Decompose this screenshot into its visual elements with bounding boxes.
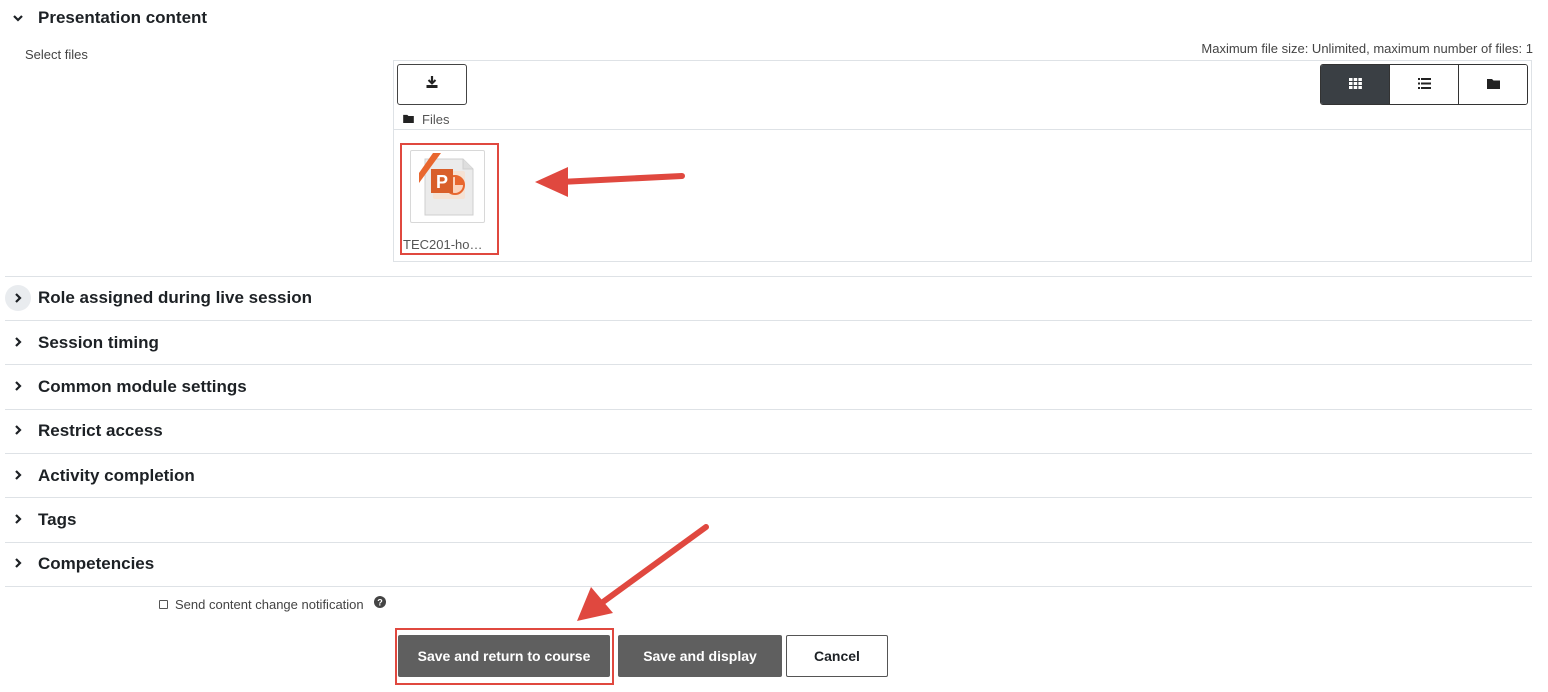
help-icon[interactable]: ? (373, 595, 386, 613)
folder-icon (1486, 76, 1500, 94)
list-view-icon (1417, 76, 1431, 94)
section-title-completion[interactable]: Activity completion (38, 466, 195, 486)
chevron-right-icon[interactable] (5, 550, 31, 576)
section-divider (5, 453, 1532, 454)
section-title-timing[interactable]: Session timing (38, 333, 159, 353)
section-divider (5, 320, 1532, 321)
section-title-common[interactable]: Common module settings (38, 377, 247, 397)
section-divider (5, 497, 1532, 498)
section-divider (5, 409, 1532, 410)
section-divider (5, 276, 1532, 277)
section-divider (5, 542, 1532, 543)
download-icon (425, 75, 439, 94)
notification-checkbox[interactable] (159, 599, 168, 609)
select-files-label: Select files (25, 47, 88, 62)
annotation-arrow-save (577, 524, 709, 621)
cancel-button[interactable]: Cancel (786, 635, 888, 677)
section-title-tags[interactable]: Tags (38, 510, 76, 530)
grid-view-button[interactable] (1321, 65, 1389, 104)
file-limits-text: Maximum file size: Unlimited, maximum nu… (1201, 41, 1533, 56)
section-divider (5, 364, 1532, 365)
section-title-competencies[interactable]: Competencies (38, 554, 154, 574)
chevron-right-icon[interactable] (5, 285, 31, 311)
chevron-right-icon[interactable] (5, 506, 31, 532)
svg-text:?: ? (377, 598, 383, 608)
folder-tree-view-button[interactable] (1458, 65, 1527, 104)
section-title-restrict[interactable]: Restrict access (38, 421, 163, 441)
download-button[interactable] (397, 64, 467, 105)
annotation-arrow-file (535, 167, 685, 197)
section-divider (5, 586, 1532, 587)
path-label[interactable]: Files (422, 112, 449, 127)
chevron-down-icon[interactable] (5, 5, 31, 31)
view-toggle-group (1320, 64, 1528, 105)
annotation-box-save (395, 628, 614, 685)
chevron-right-icon[interactable] (5, 417, 31, 443)
chevron-right-icon[interactable] (5, 373, 31, 399)
chevron-right-icon[interactable] (5, 462, 31, 488)
section-title-role[interactable]: Role assigned during live session (38, 288, 312, 308)
path-divider (394, 129, 1531, 130)
notification-row: Send content change notification ? (159, 595, 386, 613)
notification-label: Send content change notification (175, 596, 364, 612)
annotation-box-file (400, 143, 499, 255)
path-bar: Files (403, 110, 449, 128)
folder-icon (403, 110, 414, 128)
chevron-right-icon[interactable] (5, 329, 31, 355)
save-and-display-button[interactable]: Save and display (618, 635, 782, 677)
grid-view-icon (1348, 76, 1362, 94)
section-title-presentation[interactable]: Presentation content (38, 8, 207, 28)
list-view-button[interactable] (1389, 65, 1458, 104)
